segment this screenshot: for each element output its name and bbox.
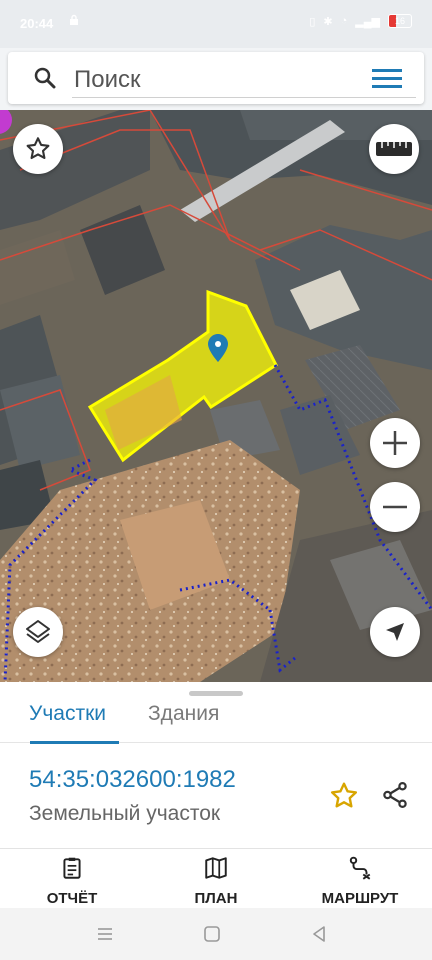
tab-buildings[interactable]: Здания xyxy=(148,702,219,726)
back-icon[interactable] xyxy=(310,925,328,943)
favorite-star-icon[interactable] xyxy=(328,780,360,812)
route-button[interactable]: МАРШРУТ xyxy=(300,855,420,907)
satellite-map[interactable] xyxy=(0,110,432,682)
map-imagery xyxy=(0,110,432,682)
star-outline-icon xyxy=(26,137,50,160)
search-header: Поиск xyxy=(0,48,432,110)
search-icon[interactable] xyxy=(34,67,56,89)
signal-icon: ▂▄▆ xyxy=(355,15,380,28)
status-time: 20:44 xyxy=(20,16,54,31)
system-navigation-bar xyxy=(0,908,432,960)
measure-button[interactable] xyxy=(369,124,419,174)
plan-button[interactable]: ПЛАН xyxy=(156,855,276,907)
tab-bar: Участки Здания xyxy=(0,696,432,744)
layers-button[interactable] xyxy=(13,607,63,657)
menu-icon[interactable] xyxy=(372,68,402,90)
parcel-type: Земельный участок xyxy=(29,802,221,825)
parcel-cadastral-number[interactable]: 54:35:032600:1982 xyxy=(29,766,236,794)
zoom-in-icon xyxy=(383,431,407,455)
active-tab-indicator xyxy=(30,741,119,744)
battery-icon: 16 xyxy=(388,14,412,28)
lock-icon xyxy=(70,14,78,25)
locate-icon xyxy=(386,623,404,641)
zoom-out-icon xyxy=(383,505,407,509)
vibrate-icon: ▯ xyxy=(309,15,316,28)
route-icon xyxy=(349,856,371,880)
wifi-icon: ◔ xyxy=(340,15,348,27)
search-input[interactable]: Поиск xyxy=(74,66,141,94)
share-icon[interactable] xyxy=(380,780,410,810)
zoom-in-button[interactable] xyxy=(370,418,420,468)
search-underline xyxy=(72,97,416,98)
bottom-navigation: ОТЧЁТ ПЛАН МАРШРУТ xyxy=(0,848,432,909)
tab-parcels[interactable]: Участки xyxy=(29,702,106,726)
route-label: МАРШРУТ xyxy=(321,890,399,907)
plan-label: ПЛАН xyxy=(194,890,238,907)
status-icons: ▯ ✱ ◔ ▂▄▆ 16 xyxy=(309,14,412,28)
report-label: ОТЧЁТ xyxy=(46,890,98,907)
favorite-map-button[interactable] xyxy=(13,124,63,174)
ruler-icon xyxy=(376,142,412,156)
report-icon xyxy=(63,857,81,879)
zoom-out-button[interactable] xyxy=(370,482,420,532)
report-button[interactable]: ОТЧЁТ xyxy=(12,855,132,907)
status-bar: 20:44 ▯ ✱ ◔ ▂▄▆ 16 xyxy=(0,0,432,48)
recent-apps-icon[interactable] xyxy=(96,925,114,943)
map-plan-icon xyxy=(205,857,227,879)
layers-icon xyxy=(26,620,50,643)
bluetooth-icon: ✱ xyxy=(323,15,333,28)
locate-button[interactable] xyxy=(370,607,420,657)
battery-level: 16 xyxy=(394,16,405,26)
home-icon[interactable] xyxy=(203,925,221,943)
search-bar[interactable]: Поиск xyxy=(8,52,424,104)
